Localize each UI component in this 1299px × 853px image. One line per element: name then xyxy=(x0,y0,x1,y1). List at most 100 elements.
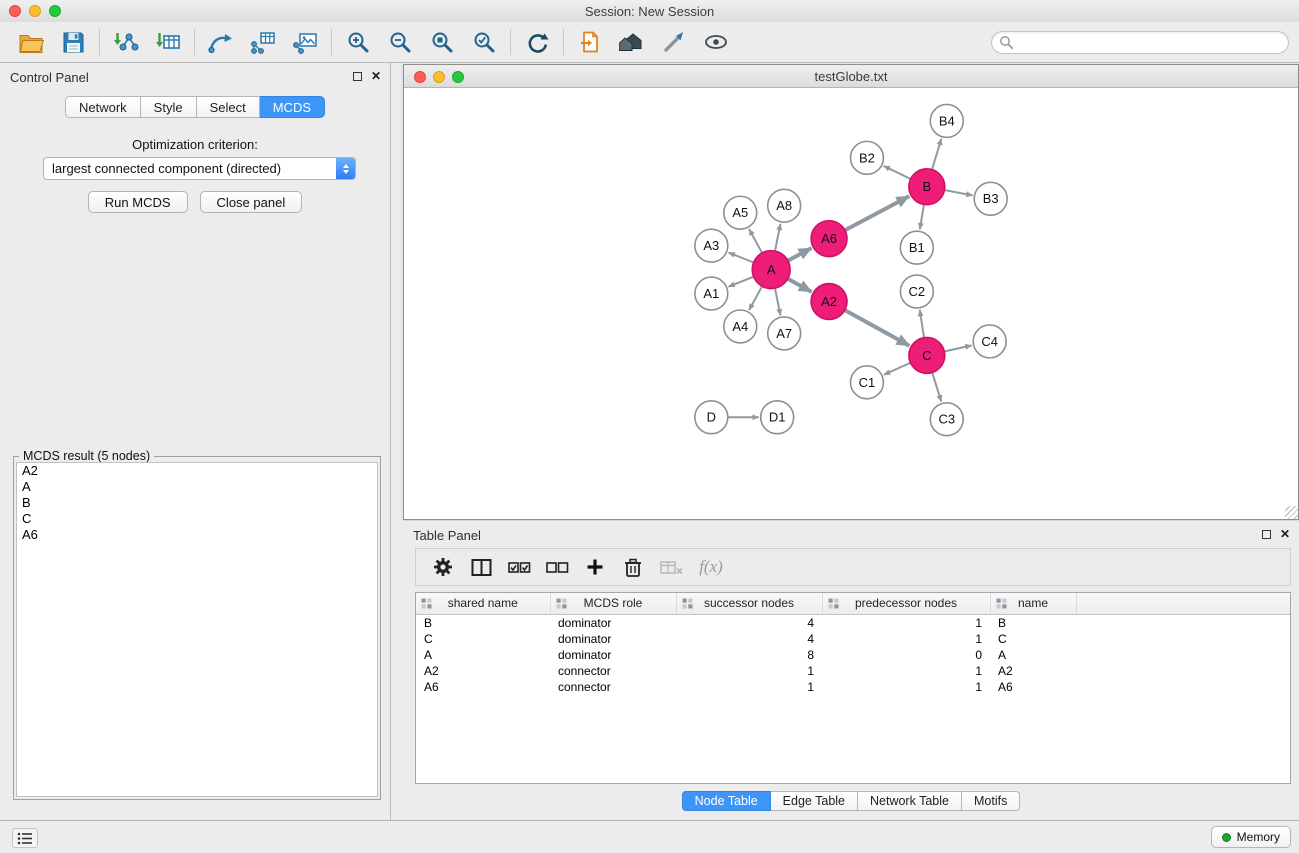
function-builder-button[interactable]: f(x) xyxy=(690,552,728,582)
save-session-button[interactable] xyxy=(52,25,94,59)
delete-table-button-disabled[interactable] xyxy=(652,552,690,582)
tab-style[interactable]: Style xyxy=(141,96,197,118)
graph-edge-C-C1[interactable] xyxy=(884,363,911,375)
table-row[interactable]: A6connector11A6 xyxy=(416,679,1290,695)
task-history-button[interactable] xyxy=(12,828,38,848)
tab-network-table[interactable]: Network Table xyxy=(858,791,962,811)
graph-node-C1[interactable]: C1 xyxy=(851,366,884,399)
table-row[interactable]: Adominator80A xyxy=(416,647,1290,663)
graph-node-B3[interactable]: B3 xyxy=(974,182,1007,215)
graph-node-C4[interactable]: C4 xyxy=(973,325,1006,358)
graph-node-C2[interactable]: C2 xyxy=(900,275,933,308)
graph-node-A7[interactable]: A7 xyxy=(768,317,801,350)
graph-edge-C-C4[interactable] xyxy=(944,345,971,351)
graph-edge-A2-C[interactable] xyxy=(845,310,910,346)
deselect-all-rows-button[interactable] xyxy=(538,552,576,582)
network-zoom-button[interactable] xyxy=(452,71,464,83)
import-table-button[interactable] xyxy=(147,25,189,59)
tab-motifs[interactable]: Motifs xyxy=(962,791,1020,811)
network-canvas[interactable]: B4B2BB3A5A8A6B1A3AC2A1A2A4A7C4CC1C3DD1 xyxy=(404,89,1298,519)
graph-node-D[interactable]: D xyxy=(695,401,728,434)
network-close-button[interactable] xyxy=(414,71,426,83)
graph-edge-B-B4[interactable] xyxy=(932,139,941,170)
column-header-successor-nodes[interactable]: successor nodes xyxy=(676,593,822,614)
refresh-button[interactable] xyxy=(516,25,558,59)
graph-edge-B-B1[interactable] xyxy=(920,205,924,230)
graph-edge-A-A6[interactable] xyxy=(788,248,812,261)
graph-node-A3[interactable]: A3 xyxy=(695,229,728,262)
delete-column-button[interactable] xyxy=(614,552,652,582)
graph-edge-C-C2[interactable] xyxy=(920,310,924,338)
mcds-result-item[interactable]: A xyxy=(17,479,377,495)
graph-node-C3[interactable]: C3 xyxy=(930,403,963,436)
graph-node-A6[interactable]: A6 xyxy=(811,221,847,257)
toolbar-search[interactable] xyxy=(991,31,1289,54)
minimize-window-button[interactable] xyxy=(29,5,41,17)
table-row[interactable]: Cdominator41C xyxy=(416,631,1290,647)
mcds-result-list[interactable]: A2ABCA6 xyxy=(16,462,378,797)
graph-edge-A-A7[interactable] xyxy=(775,288,780,315)
column-header-predecessor-nodes[interactable]: predecessor nodes xyxy=(822,593,990,614)
first-neighbors-button[interactable] xyxy=(569,25,611,59)
float-control-panel-button[interactable] xyxy=(353,72,362,81)
search-input[interactable] xyxy=(1014,35,1288,50)
graph-node-C[interactable]: C xyxy=(909,337,945,373)
show-columns-button[interactable] xyxy=(462,552,500,582)
graph-edge-B-B3[interactable] xyxy=(944,190,972,195)
create-column-button[interactable] xyxy=(576,552,614,582)
graph-edge-A-A5[interactable] xyxy=(749,229,762,253)
tab-node-table[interactable]: Node Table xyxy=(682,791,771,811)
mcds-result-item[interactable]: A2 xyxy=(17,463,377,479)
zoom-window-button[interactable] xyxy=(49,5,61,17)
export-network-image-button[interactable] xyxy=(284,25,326,59)
resize-grip[interactable] xyxy=(1285,506,1298,519)
graph-node-A4[interactable]: A4 xyxy=(724,310,757,343)
graph-node-A[interactable]: A xyxy=(752,251,790,289)
graph-edge-A-A8[interactable] xyxy=(775,224,780,251)
table-settings-button[interactable] xyxy=(424,552,462,582)
mcds-result-item[interactable]: A6 xyxy=(17,527,377,543)
close-panel-button[interactable]: Close panel xyxy=(200,191,303,213)
graph-node-B2[interactable]: B2 xyxy=(851,141,884,174)
tab-mcds[interactable]: MCDS xyxy=(260,96,325,118)
graph-edge-A-A1[interactable] xyxy=(728,277,753,287)
mcds-result-item[interactable]: C xyxy=(17,511,377,527)
zoom-selected-button[interactable] xyxy=(463,25,505,59)
import-network-button[interactable] xyxy=(105,25,147,59)
apply-style-button[interactable] xyxy=(653,25,695,59)
show-hide-button[interactable] xyxy=(695,25,737,59)
graph-node-B[interactable]: B xyxy=(909,169,945,205)
graph-edge-A-A3[interactable] xyxy=(728,253,753,263)
graph-edge-B-B2[interactable] xyxy=(884,166,911,179)
new-network-from-selection-button[interactable] xyxy=(200,25,242,59)
table-row[interactable]: A2connector11A2 xyxy=(416,663,1290,679)
network-graph[interactable]: B4B2BB3A5A8A6B1A3AC2A1A2A4A7C4CC1C3DD1 xyxy=(404,89,1298,519)
tab-edge-table[interactable]: Edge Table xyxy=(771,791,858,811)
column-header-name[interactable]: name xyxy=(990,593,1076,614)
tab-network[interactable]: Network xyxy=(65,96,141,118)
column-header-mcds-role[interactable]: MCDS role xyxy=(550,593,676,614)
home-views-button[interactable] xyxy=(611,25,653,59)
select-all-rows-button[interactable] xyxy=(500,552,538,582)
graph-edge-A6-B[interactable] xyxy=(845,196,909,230)
network-window-titlebar[interactable]: testGlobe.txt xyxy=(404,65,1298,88)
graph-edge-A-A2[interactable] xyxy=(788,279,812,292)
graph-edge-C-C3[interactable] xyxy=(932,373,941,402)
zoom-fit-button[interactable] xyxy=(421,25,463,59)
network-to-table-button[interactable] xyxy=(242,25,284,59)
table-row[interactable]: Bdominator41B xyxy=(416,614,1290,631)
graph-node-A5[interactable]: A5 xyxy=(724,196,757,229)
tab-select[interactable]: Select xyxy=(197,96,260,118)
run-mcds-button[interactable]: Run MCDS xyxy=(88,191,188,213)
close-table-panel-button[interactable]: ✕ xyxy=(1280,529,1290,539)
graph-node-D1[interactable]: D1 xyxy=(761,401,794,434)
zoom-out-button[interactable] xyxy=(379,25,421,59)
close-window-button[interactable] xyxy=(9,5,21,17)
column-header-shared-name[interactable]: shared name xyxy=(416,593,550,614)
graph-node-B1[interactable]: B1 xyxy=(900,231,933,264)
criterion-dropdown[interactable]: largest connected component (directed) xyxy=(43,157,356,180)
open-session-button[interactable] xyxy=(10,25,52,59)
memory-button[interactable]: Memory xyxy=(1211,826,1291,848)
graph-node-A8[interactable]: A8 xyxy=(768,189,801,222)
close-control-panel-button[interactable]: ✕ xyxy=(371,71,381,81)
